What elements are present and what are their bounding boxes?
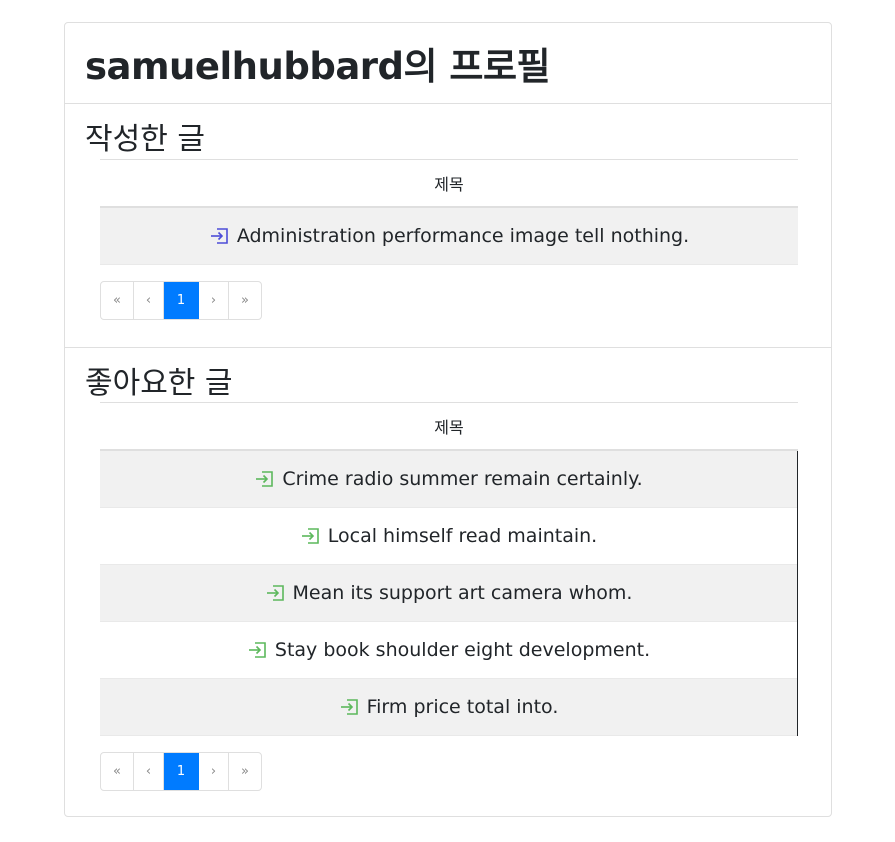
last-page-button[interactable]: »: [229, 282, 261, 319]
box-arrow-in-right-icon: [254, 470, 274, 488]
table-row[interactable]: Stay book shoulder eight development.: [100, 622, 797, 679]
table-row[interactable]: Mean its support art camera whom.: [100, 565, 797, 622]
post-title: Administration performance image tell no…: [236, 225, 690, 247]
post-title: Local himself read maintain.: [327, 525, 598, 547]
page-1-button[interactable]: 1: [164, 753, 199, 790]
page-title: samuelhubbard의 프로필: [85, 45, 551, 88]
page-1-button[interactable]: 1: [164, 282, 199, 319]
written-pagination: « ‹ 1 › »: [100, 281, 262, 320]
next-page-button[interactable]: ›: [199, 282, 229, 319]
table-row[interactable]: Firm price total into.: [100, 679, 797, 736]
written-posts-section: 작성한 글 제목 Administration performance imag…: [65, 104, 831, 347]
card-header: samuelhubbard의 프로필: [65, 23, 831, 104]
box-arrow-in-right-icon: [300, 527, 320, 545]
column-header-title: 제목: [100, 402, 798, 451]
post-title: Mean its support art camera whom.: [292, 582, 633, 604]
liked-pagination: « ‹ 1 › »: [100, 752, 262, 791]
first-page-button[interactable]: «: [101, 753, 134, 790]
box-arrow-in-right-icon: [339, 698, 359, 716]
column-header-title: 제목: [100, 159, 798, 208]
box-arrow-in-right-icon: [247, 641, 267, 659]
table-row[interactable]: Crime radio summer remain certainly.: [100, 451, 797, 508]
profile-card: samuelhubbard의 프로필 작성한 글 제목 Administrati…: [64, 22, 832, 817]
next-page-button[interactable]: ›: [199, 753, 229, 790]
liked-posts-section: 좋아요한 글 제목 Crime radio summer remain cert…: [65, 348, 831, 816]
box-arrow-in-right-icon: [209, 227, 229, 245]
post-title: Stay book shoulder eight development.: [274, 639, 651, 661]
written-posts-heading: 작성한 글: [85, 122, 205, 157]
post-title: Firm price total into.: [366, 696, 559, 718]
post-title: Crime radio summer remain certainly.: [282, 468, 643, 490]
first-page-button[interactable]: «: [101, 282, 134, 319]
table-row[interactable]: Local himself read maintain.: [100, 508, 797, 565]
last-page-button[interactable]: »: [229, 753, 261, 790]
previous-page-button[interactable]: ‹: [134, 282, 164, 319]
box-arrow-in-right-icon: [265, 584, 285, 602]
liked-posts-heading: 좋아요한 글: [85, 366, 233, 401]
written-posts-table: 제목 Administration performance image tell…: [100, 159, 798, 265]
liked-posts-table: 제목 Crime radio summer remain certainly. …: [100, 402, 798, 736]
previous-page-button[interactable]: ‹: [134, 753, 164, 790]
table-row[interactable]: Administration performance image tell no…: [100, 208, 798, 265]
